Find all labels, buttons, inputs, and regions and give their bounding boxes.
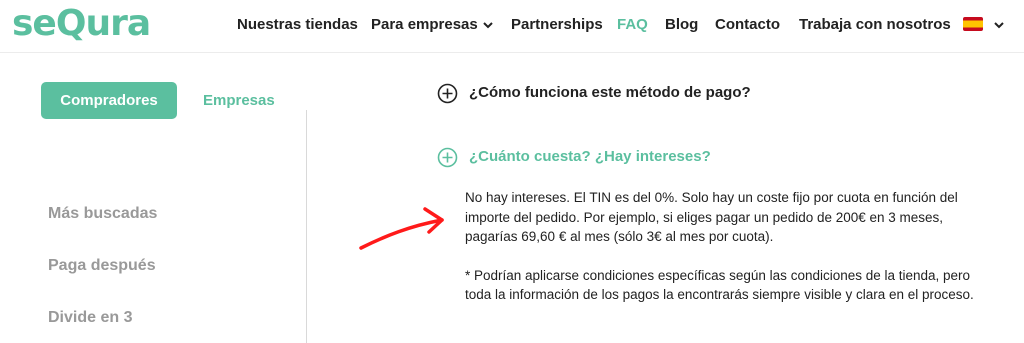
- faq-question-1-text: ¿Cómo funciona este método de pago?: [469, 84, 751, 101]
- red-arrow-annotation-icon: [359, 207, 444, 250]
- nav-partnerships[interactable]: Partnerships: [511, 16, 603, 34]
- faq-question-2-text: ¿Cuánto cuesta? ¿Hay intereses?: [469, 148, 711, 165]
- chevron-down-icon[interactable]: [993, 19, 1005, 31]
- nav-trabaja[interactable]: Trabaja con nosotros: [799, 16, 951, 34]
- faq-answer-paragraph-2: * Podrían aplicarse condiciones específi…: [465, 267, 974, 303]
- site-header: seQura Nuestras tiendas Para empresas Pa…: [0, 0, 1024, 53]
- sidebar-item-mas-buscadas[interactable]: Más buscadas: [48, 205, 157, 223]
- sidebar-item-divide-en-3[interactable]: Divide en 3: [48, 309, 132, 327]
- chevron-down-icon[interactable]: [482, 19, 494, 31]
- tab-empresas[interactable]: Empresas: [203, 82, 275, 119]
- faq-answer-paragraph-1: No hay intereses. El TIN es del 0%. Solo…: [465, 190, 958, 244]
- plus-circle-icon[interactable]: [437, 147, 458, 168]
- tab-compradores[interactable]: Compradores: [41, 82, 177, 119]
- nav-contacto[interactable]: Contacto: [715, 16, 780, 34]
- nav-para-empresas[interactable]: Para empresas: [371, 16, 478, 34]
- nav-blog[interactable]: Blog: [665, 16, 698, 34]
- nav-faq[interactable]: FAQ: [617, 16, 648, 34]
- faq-answer: No hay intereses. El TIN es del 0%. Solo…: [465, 188, 995, 324]
- sidebar-item-paga-despues[interactable]: Paga después: [48, 257, 156, 275]
- nav-nuestras-tiendas[interactable]: Nuestras tiendas: [237, 16, 358, 34]
- spain-flag-icon[interactable]: [963, 17, 983, 31]
- main-nav: Nuestras tiendas Para empresas Partnersh…: [0, 16, 1024, 36]
- vertical-divider: [306, 110, 307, 343]
- plus-circle-icon[interactable]: [437, 83, 458, 104]
